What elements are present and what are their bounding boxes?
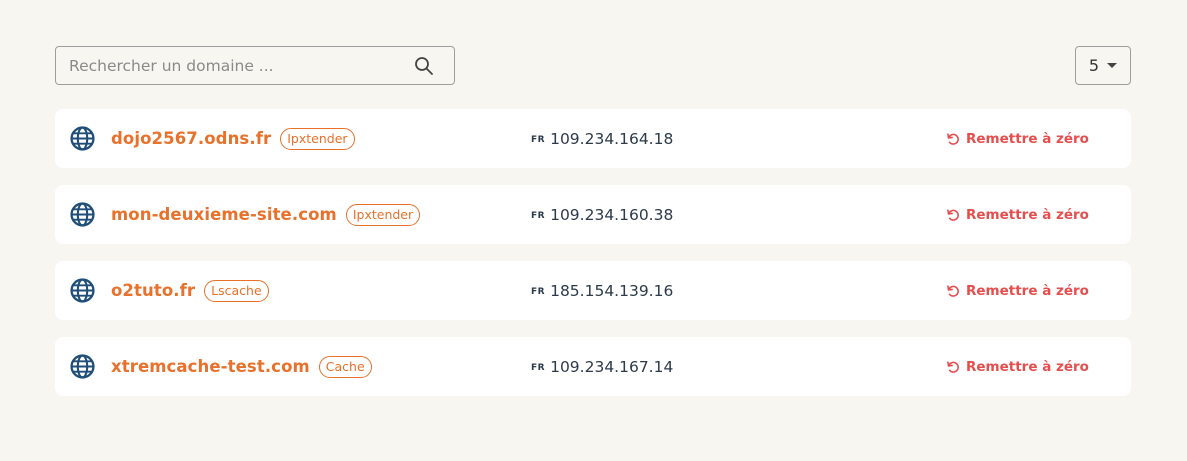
domain-link[interactable]: mon-deuxieme-site.com [111, 205, 337, 224]
reset-icon [947, 284, 959, 297]
globe-icon [70, 278, 95, 303]
domain-row: mon-deuxieme-site.com Ipxtender FR 109.2… [55, 185, 1131, 244]
globe-icon [70, 126, 95, 151]
reset-button[interactable]: Remettre à zéro [946, 109, 1089, 168]
reset-button[interactable]: Remettre à zéro [946, 261, 1089, 320]
domain-row: xtremcache-test.com Cache FR 109.234.167… [55, 337, 1131, 396]
cache-badge: Ipxtender [280, 127, 355, 150]
country-code: FR [531, 135, 546, 145]
chevron-down-icon [1107, 63, 1118, 68]
reset-icon [947, 132, 959, 145]
domain-link[interactable]: xtremcache-test.com [111, 357, 310, 376]
reset-label: Remettre à zéro [966, 358, 1089, 375]
ip-address: 185.154.139.16 [550, 281, 674, 300]
cache-badge: Cache [318, 355, 372, 378]
reset-button[interactable]: Remettre à zéro [946, 337, 1089, 396]
reset-label: Remettre à zéro [966, 206, 1089, 223]
toolbar: 5 [55, 46, 1131, 85]
country-code: FR [531, 211, 546, 221]
country-code: FR [531, 363, 546, 373]
reset-label: Remettre à zéro [966, 282, 1089, 299]
domain-link[interactable]: o2tuto.fr [111, 281, 195, 300]
search-box [55, 46, 455, 85]
ip-address: 109.234.160.38 [550, 205, 674, 224]
reset-button[interactable]: Remettre à zéro [946, 185, 1089, 244]
per-page-value: 5 [1088, 56, 1100, 75]
search-input[interactable] [56, 47, 454, 84]
cache-badge: Ipxtender [345, 203, 421, 226]
domain-row: dojo2567.odns.fr Ipxtender FR 109.234.16… [55, 109, 1131, 168]
per-page-select[interactable]: 5 [1075, 46, 1131, 85]
ip-address: 109.234.167.14 [550, 357, 674, 376]
domain-list: dojo2567.odns.fr Ipxtender FR 109.234.16… [55, 109, 1131, 413]
domain-link[interactable]: dojo2567.odns.fr [111, 129, 271, 148]
reset-icon [947, 360, 959, 373]
country-code: FR [531, 287, 546, 297]
search-icon[interactable] [414, 56, 434, 76]
globe-icon [70, 202, 95, 227]
cache-badge: Lscache [204, 279, 269, 302]
globe-icon [70, 354, 95, 379]
domain-row: o2tuto.fr Lscache FR 185.154.139.16 Reme… [55, 261, 1131, 320]
reset-icon [947, 208, 959, 221]
ip-address: 109.234.164.18 [550, 129, 674, 148]
reset-label: Remettre à zéro [966, 130, 1089, 147]
